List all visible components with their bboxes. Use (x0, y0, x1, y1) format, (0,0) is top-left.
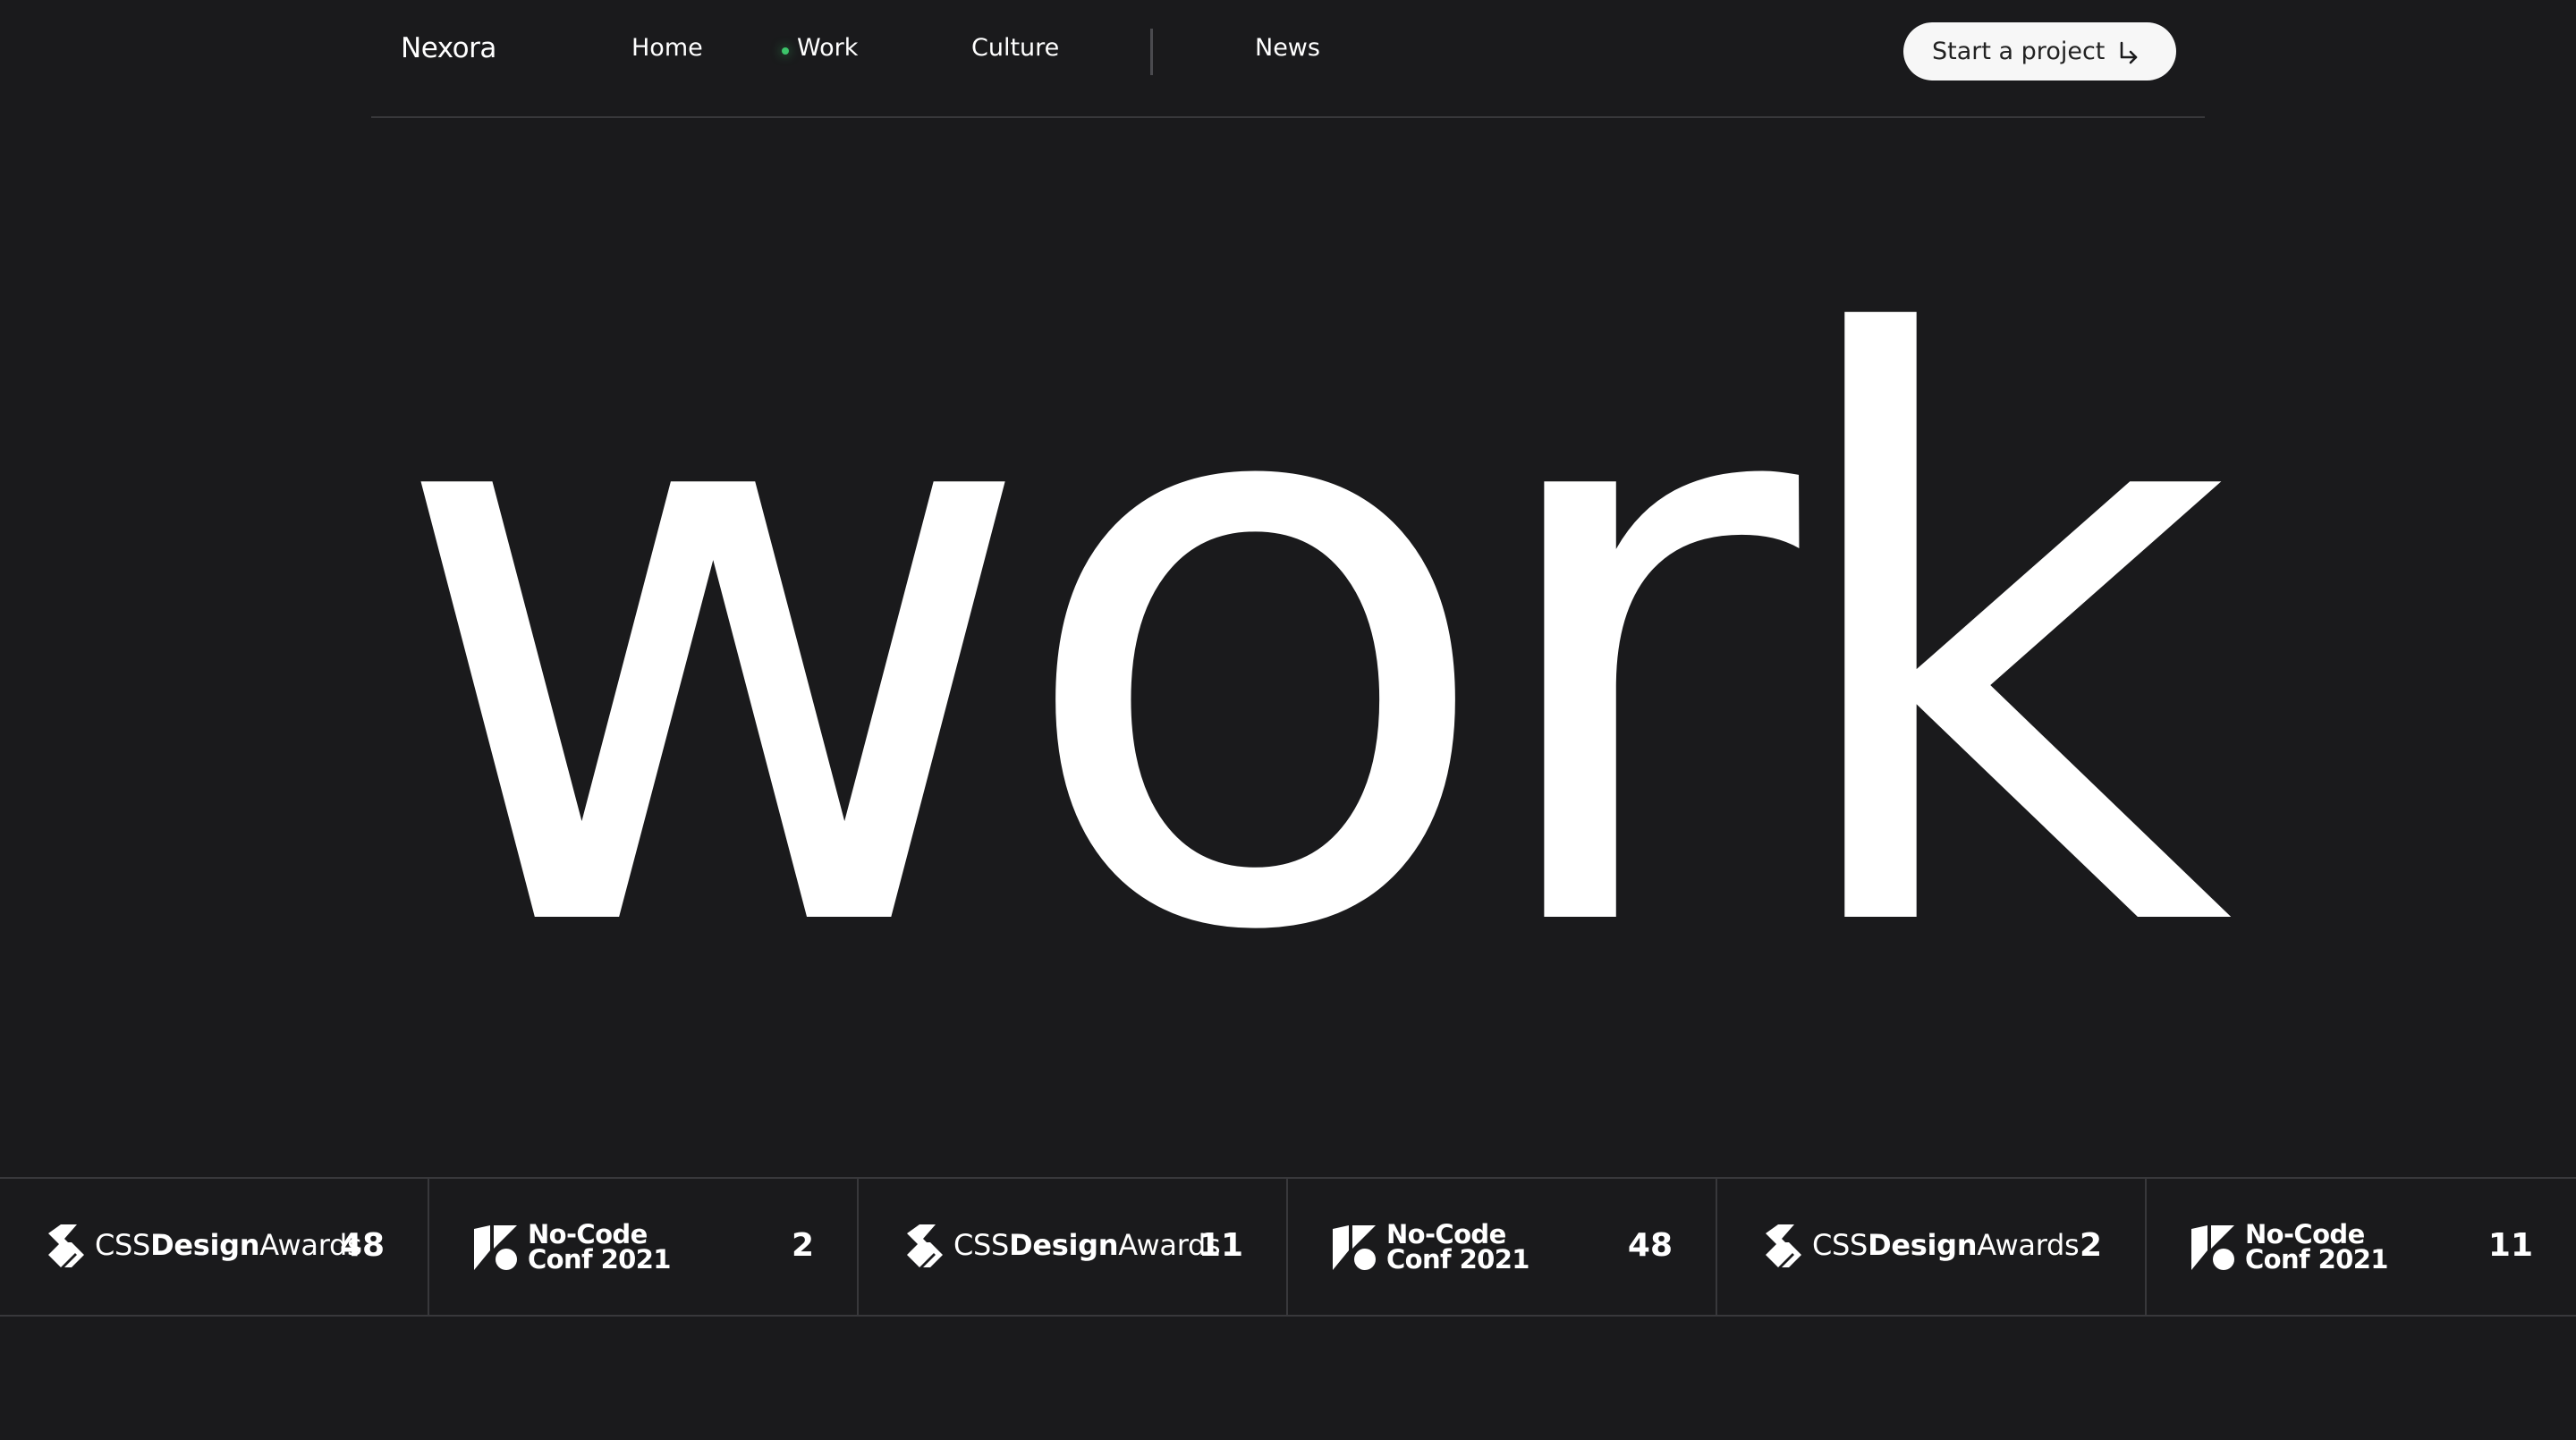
top-nav: Nexora Home Work Culture News Start a pr… (371, 0, 2205, 118)
start-project-button[interactable]: Start a project (1903, 22, 2176, 80)
nocode-icon (1333, 1225, 1376, 1270)
nav-item-culture[interactable]: Culture (971, 34, 1059, 62)
cssda-wordmark: CSSDesignAwards (953, 1228, 1221, 1262)
nocode-wordmark: No-Code Conf 2021 (1386, 1219, 1530, 1275)
nav-item-home[interactable]: Home (631, 34, 703, 62)
awards-strip: CSSDesignAwards 48 No-Code Conf 2021 2 C… (0, 1177, 2576, 1317)
nocode-wordmark: No-Code Conf 2021 (528, 1219, 671, 1275)
hero-title: work (387, 178, 2259, 957)
award-cell-nocode[interactable]: No-Code Conf 2021 48 (1288, 1179, 1717, 1315)
award-count: 11 (1198, 1227, 1243, 1264)
page: Nexora Home Work Culture News Start a pr… (0, 0, 2576, 1440)
active-indicator-dot (782, 47, 789, 55)
cssda-icon (48, 1224, 84, 1267)
award-cell-cssda[interactable]: CSSDesignAwards 11 (859, 1179, 1288, 1315)
cssda-icon (907, 1224, 943, 1267)
award-count: 48 (339, 1227, 385, 1264)
cssda-wordmark: CSSDesignAwards (1812, 1228, 2080, 1262)
brand-logo[interactable]: Nexora (401, 32, 496, 64)
start-project-label: Start a project (1932, 38, 2106, 65)
award-cell-nocode[interactable]: No-Code Conf 2021 2 (429, 1179, 859, 1315)
award-cell-cssda[interactable]: CSSDesignAwards 2 (1717, 1179, 2147, 1315)
arrow-down-right-icon (2120, 41, 2138, 64)
nocode-icon (2191, 1225, 2234, 1270)
nav-item-news[interactable]: News (1255, 34, 1320, 62)
award-count: 11 (2487, 1227, 2533, 1264)
nocode-icon (474, 1225, 517, 1270)
hero-title-text: work (387, 178, 2233, 957)
cssda-wordmark: CSSDesignAwards (95, 1228, 362, 1262)
nav-item-work-label: Work (797, 34, 859, 62)
award-cell-nocode[interactable]: No-Code Conf 2021 11 (2147, 1179, 2576, 1315)
award-count: 48 (1627, 1227, 1673, 1264)
award-cell-cssda[interactable]: CSSDesignAwards 48 (0, 1179, 429, 1315)
nocode-wordmark: No-Code Conf 2021 (2245, 1219, 2388, 1275)
award-count: 2 (791, 1227, 814, 1264)
nav-divider (1150, 29, 1153, 75)
cssda-icon (1766, 1224, 1801, 1267)
award-count: 2 (2079, 1227, 2102, 1264)
nav-item-work[interactable]: Work (782, 34, 859, 62)
